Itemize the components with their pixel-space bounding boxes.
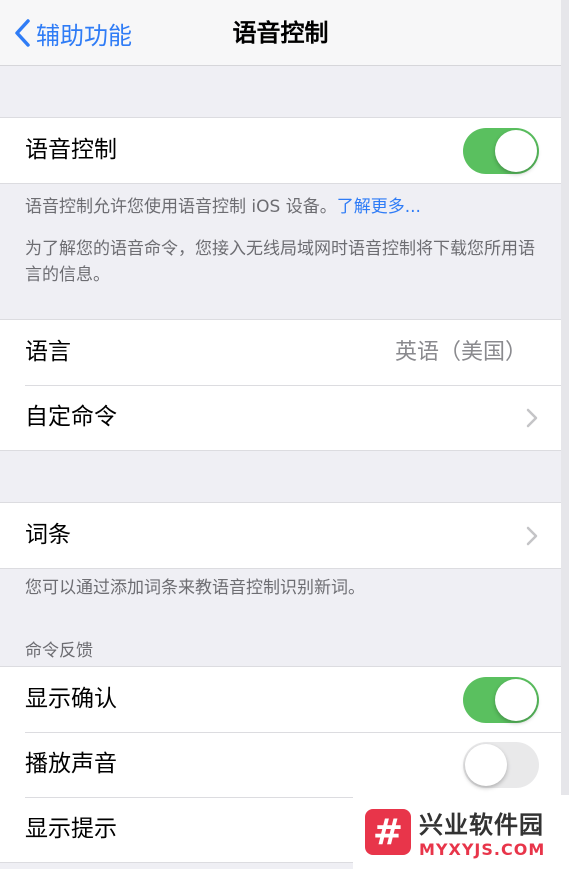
- vocabulary-label: 词条: [25, 522, 71, 548]
- play-sound-row: 播放声音: [0, 732, 561, 797]
- show-confirmation-row: 显示确认: [0, 667, 561, 732]
- show-hints-label: 显示提示: [25, 816, 117, 842]
- custom-commands-label: 自定命令: [25, 404, 117, 430]
- download-info-note: 为了解您的语音命令，您接入无线局域网时语音控制将下载您所用语言的信息。: [25, 239, 535, 285]
- navigation-bar: 辅助功能 语音控制: [0, 0, 561, 66]
- play-sound-toggle[interactable]: [463, 742, 539, 788]
- watermark-text: 兴业软件园 MYXYJS.COM: [419, 805, 545, 859]
- language-group: 语言 英语（美国） 自定命令: [0, 319, 561, 451]
- voice-control-label: 语音控制: [25, 137, 117, 163]
- language-row[interactable]: 语言 英语（美国）: [0, 320, 561, 385]
- show-confirmation-toggle[interactable]: [463, 677, 539, 723]
- learn-more-link[interactable]: 了解更多...: [337, 197, 421, 217]
- watermark: # 兴业软件园 MYXYJS.COM: [353, 795, 569, 869]
- watermark-logo: #: [365, 809, 411, 855]
- play-sound-label: 播放声音: [25, 751, 117, 777]
- voice-control-note: 语音控制允许您使用语音控制 iOS 设备。了解更多...: [25, 194, 545, 220]
- toggle-knob: [495, 679, 537, 721]
- watermark-name: 兴业软件园: [419, 811, 544, 839]
- toggle-knob: [495, 130, 537, 172]
- chevron-right-icon: [526, 526, 538, 546]
- watermark-url: MYXYJS.COM: [419, 840, 546, 859]
- vocabulary-note: 您可以通过添加词条来教语音控制识别新词。: [25, 578, 365, 598]
- page-title: 语音控制: [232, 19, 329, 47]
- language-label: 语言: [25, 339, 71, 365]
- voice-control-description: 语音控制允许您使用语音控制 iOS 设备。: [25, 197, 337, 217]
- custom-commands-row[interactable]: 自定命令: [0, 385, 561, 450]
- voice-control-toggle[interactable]: [463, 128, 539, 174]
- chevron-right-icon: [526, 408, 538, 428]
- voice-control-row: 语音控制: [0, 118, 561, 183]
- show-confirmation-label: 显示确认: [25, 686, 117, 712]
- voice-control-screen: 辅助功能 语音控制 语音控制 语音控制允许您使用语音控制 iOS 设备。了解更多…: [0, 0, 569, 869]
- command-feedback-header: 命令反馈: [25, 641, 93, 661]
- voice-control-group: 语音控制: [0, 117, 561, 184]
- edge-strip: [561, 0, 569, 869]
- vocabulary-group: 词条: [0, 502, 561, 569]
- toggle-knob: [465, 744, 507, 786]
- vocabulary-row[interactable]: 词条: [0, 503, 561, 568]
- language-value: 英语（美国）: [394, 340, 527, 365]
